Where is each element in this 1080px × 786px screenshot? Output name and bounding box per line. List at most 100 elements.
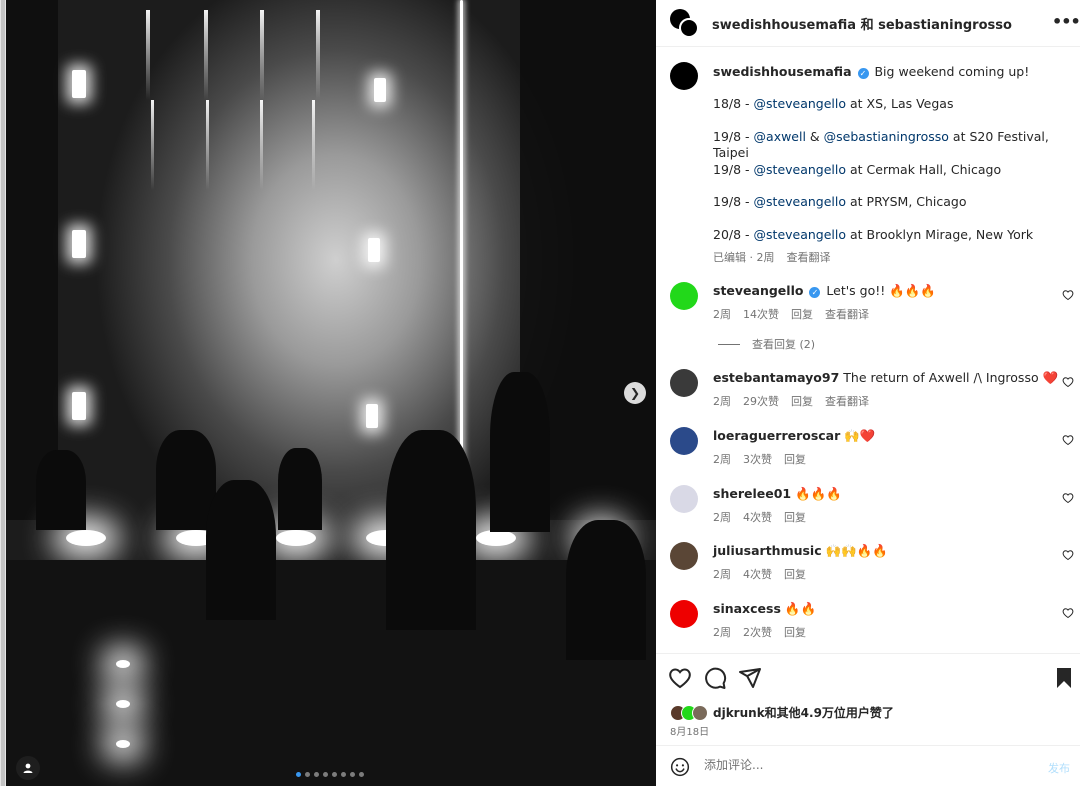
comment-body: sherelee01 🔥🔥🔥 xyxy=(713,486,1063,502)
carousel-dot xyxy=(314,772,319,777)
comment-meta: 2周 14次赞 回复 查看翻译 xyxy=(713,306,881,322)
caption-line: 20/8 - @steveangello at Brooklyn Mirage,… xyxy=(713,227,1063,243)
comment-avatar[interactable] xyxy=(670,282,698,310)
chevron-right-icon: ❯ xyxy=(629,386,641,400)
comment-text: 🙌❤️ xyxy=(844,428,876,443)
comment-username[interactable]: estebantamayo97 xyxy=(713,370,839,385)
mention-link[interactable]: @steveangello xyxy=(754,96,847,111)
post-actions: djkrunk和其他4.9万位用户赞了 8月18日 xyxy=(656,653,1080,745)
more-horizontal-icon: ••• xyxy=(1052,12,1080,31)
comment-time: 2周 xyxy=(713,626,731,639)
bookmark-icon[interactable] xyxy=(1052,666,1076,690)
comment-username[interactable]: steveangello xyxy=(713,283,803,298)
comment-meta: 2周 4次赞 回复 xyxy=(713,509,818,525)
comment-avatar[interactable] xyxy=(670,485,698,513)
comment-body: steveangello ✓ Let's go!! 🔥🔥🔥 xyxy=(713,283,1063,299)
comment-text: 🔥🔥🔥 xyxy=(795,486,842,501)
reply-button[interactable]: 回复 xyxy=(784,511,806,524)
heart-icon[interactable] xyxy=(1062,549,1074,561)
caption-text: & xyxy=(805,129,824,144)
comment-input[interactable] xyxy=(704,758,1024,772)
caption-username[interactable]: swedishhousemafia xyxy=(713,64,852,79)
likes-count[interactable]: djkrunk和其他4.9万位用户赞了 xyxy=(713,704,894,721)
comment-username[interactable]: juliusarthmusic xyxy=(713,543,822,558)
mention-link[interactable]: @steveangello xyxy=(754,194,847,209)
like-heart-icon[interactable] xyxy=(668,666,692,690)
carousel-dot xyxy=(323,772,328,777)
verified-badge-icon: ✓ xyxy=(857,68,869,79)
collab-avatars[interactable] xyxy=(670,9,700,39)
view-replies-button[interactable]: 查看回复 (2) xyxy=(718,336,815,352)
page-scrollbar-thumb[interactable] xyxy=(1,0,5,786)
comment-meta: 2周 3次赞 回复 xyxy=(713,451,818,467)
see-translation-link[interactable]: 查看翻译 xyxy=(825,308,869,321)
mention-link[interactable]: @sebastianingrosso xyxy=(824,129,949,144)
caption-date: 20/8 - xyxy=(713,227,754,242)
carousel-dot xyxy=(350,772,355,777)
comment-username[interactable]: sherelee01 xyxy=(713,486,791,501)
caption-date: 19/8 - xyxy=(713,129,754,144)
carousel-dot xyxy=(296,772,301,777)
heart-icon[interactable] xyxy=(1062,607,1074,619)
edited-time: 已编辑 · 2周 xyxy=(713,251,775,264)
comment-username[interactable]: sinaxcess xyxy=(713,601,781,616)
reply-button[interactable]: 回复 xyxy=(791,308,813,321)
comment-body: estebantamayo97 The return of Axwell /\ … xyxy=(713,370,1063,386)
caption-avatar[interactable] xyxy=(670,62,698,90)
heart-icon[interactable] xyxy=(1062,492,1074,504)
comment-avatar[interactable] xyxy=(670,542,698,570)
comment-like-count[interactable]: 4次赞 xyxy=(743,568,772,581)
post-authors[interactable]: swedishhousemafia 和 sebastianingrosso xyxy=(712,14,1012,33)
post-media: ❯ xyxy=(0,0,656,786)
post-date: 8月18日 xyxy=(670,727,710,738)
comment-like-count[interactable]: 2次赞 xyxy=(743,626,772,639)
comment-meta: 2周 2次赞 回复 xyxy=(713,624,818,640)
reply-button[interactable]: 回复 xyxy=(784,626,806,639)
caption-line: 19/8 - @steveangello at Cermak Hall, Chi… xyxy=(713,162,1063,178)
tagged-users-button[interactable] xyxy=(16,756,40,780)
share-send-icon[interactable] xyxy=(738,666,762,690)
comments-list[interactable]: swedishhousemafia ✓ Big weekend coming u… xyxy=(656,48,1080,652)
comment-like-count[interactable]: 4次赞 xyxy=(743,511,772,524)
mention-link[interactable]: @steveangello xyxy=(754,227,847,242)
emoji-icon[interactable] xyxy=(670,757,690,777)
more-options-button[interactable]: ••• xyxy=(1052,12,1080,31)
post-comment-button[interactable]: 发布 xyxy=(1048,760,1070,776)
mention-link[interactable]: @steveangello xyxy=(754,162,847,177)
likes-summary[interactable]: djkrunk和其他4.9万位用户赞了 xyxy=(670,704,894,721)
comment-text: 🙌🙌🔥🔥 xyxy=(825,543,888,558)
carousel-next-button[interactable]: ❯ xyxy=(624,382,646,404)
comment-like-count[interactable]: 29次赞 xyxy=(743,395,779,408)
comment-avatar[interactable] xyxy=(670,369,698,397)
caption-meta: 已编辑 · 2周 查看翻译 xyxy=(713,249,843,265)
heart-icon[interactable] xyxy=(1062,376,1074,388)
comment-username[interactable]: loeraguerreroscar xyxy=(713,428,840,443)
caption-line: 18/8 - @steveangello at XS, Las Vegas xyxy=(713,96,1063,112)
caption-date: 19/8 - xyxy=(713,162,754,177)
heart-icon[interactable] xyxy=(1062,434,1074,446)
reply-button[interactable]: 回复 xyxy=(784,568,806,581)
mention-link[interactable]: @axwell xyxy=(754,129,806,144)
see-translation-link[interactable]: 查看翻译 xyxy=(787,251,831,264)
comment-like-count[interactable]: 14次赞 xyxy=(743,308,779,321)
caption-line: 19/8 - @axwell & @sebastianingrosso at S… xyxy=(713,129,1063,161)
comment-text: The return of Axwell /\ Ingrosso ❤️ xyxy=(843,370,1059,385)
view-replies-label: 查看回复 (2) xyxy=(752,338,816,351)
post-header: swedishhousemafia 和 sebastianingrosso ••… xyxy=(656,0,1080,47)
comment-time: 2周 xyxy=(713,568,731,581)
see-translation-link[interactable]: 查看翻译 xyxy=(825,395,869,408)
comment-time: 2周 xyxy=(713,453,731,466)
caption-venue: at PRYSM, Chicago xyxy=(846,194,967,209)
reply-button[interactable]: 回复 xyxy=(791,395,813,408)
heart-icon[interactable] xyxy=(1062,289,1074,301)
comment-time: 2周 xyxy=(713,395,731,408)
comment-like-count[interactable]: 3次赞 xyxy=(743,453,772,466)
caption: swedishhousemafia ✓ Big weekend coming u… xyxy=(713,64,1063,80)
comment-body: loeraguerreroscar 🙌❤️ xyxy=(713,428,1063,444)
comment-bubble-icon[interactable] xyxy=(703,666,727,690)
reply-button[interactable]: 回复 xyxy=(784,453,806,466)
comment-avatar[interactable] xyxy=(670,427,698,455)
comment-avatar[interactable] xyxy=(670,600,698,628)
comment-text: Let's go!! 🔥🔥🔥 xyxy=(826,283,936,298)
replies-divider xyxy=(718,343,740,345)
